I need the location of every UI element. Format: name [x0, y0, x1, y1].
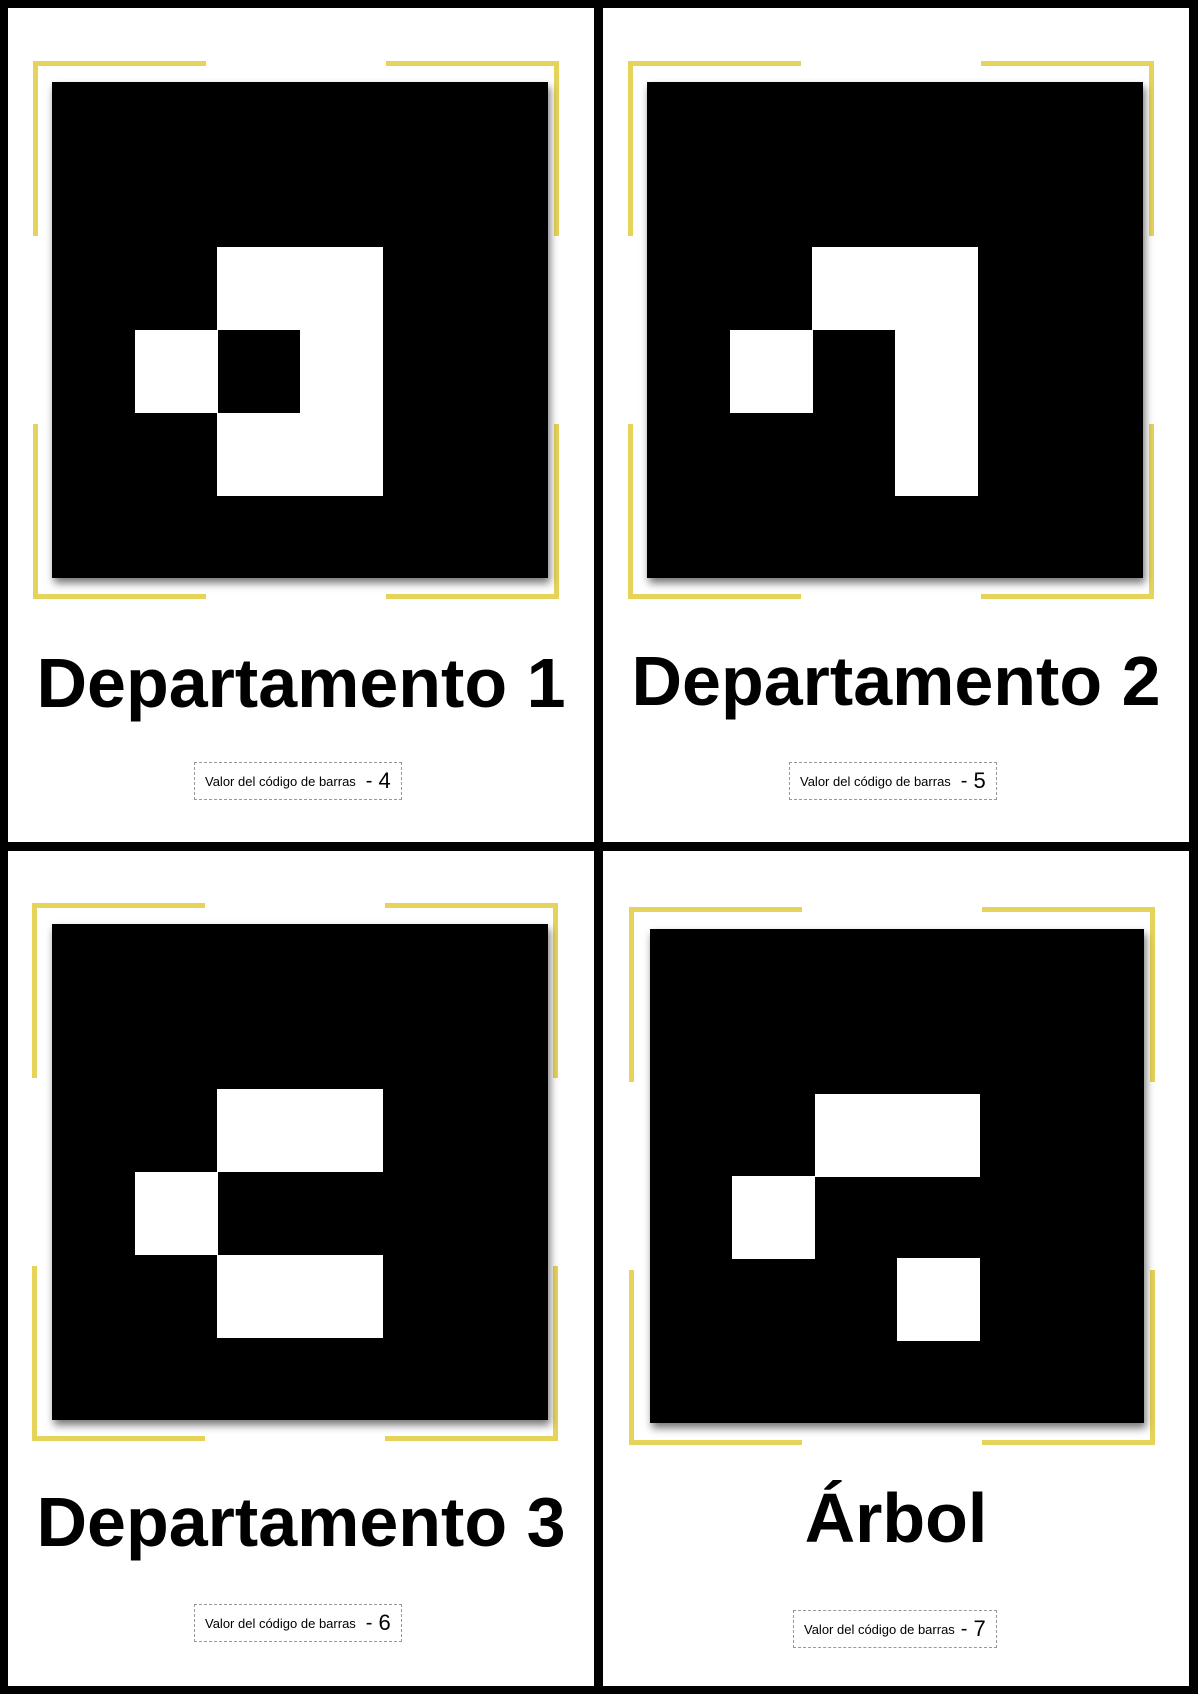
marker-cell [814, 1093, 898, 1177]
marker-cell [732, 1176, 816, 1259]
barcode-label: Valor del código de barras [804, 1621, 955, 1637]
fiducial-marker [647, 82, 1143, 578]
marker-cell [217, 247, 301, 331]
barcode-value-box: Valor del código de barras - 5 [789, 762, 997, 800]
fiducial-marker [650, 929, 1144, 1423]
marker-card-1: Departamento 1 Valor del código de barra… [8, 8, 594, 842]
marker-cell [300, 1254, 383, 1338]
marker-cell [134, 330, 218, 413]
marker-card-2: Departamento 2 Valor del código de barra… [603, 8, 1189, 842]
barcode-dash: - [960, 1617, 968, 1640]
card-title: Departamento 1 [36, 644, 566, 722]
card-title: Departamento 2 [631, 642, 1161, 720]
fiducial-marker [52, 924, 548, 1420]
barcode-value: 4 [378, 768, 391, 793]
barcode-label: Valor del código de barras [205, 1615, 356, 1631]
barcode-label: Valor del código de barras [800, 773, 951, 789]
marker-cell [217, 1254, 301, 1338]
marker-cell [729, 330, 813, 413]
marker-cell [217, 1089, 301, 1173]
fiducial-marker [52, 82, 548, 578]
barcode-dash: - [365, 769, 373, 792]
barcode-value: 5 [973, 768, 986, 793]
marker-cell [300, 330, 383, 413]
barcode-dash: - [960, 769, 968, 792]
marker-cell [217, 412, 301, 496]
marker-sheet: Departamento 1 Valor del código de barra… [0, 0, 1198, 1694]
barcode-value: 7 [973, 1616, 986, 1641]
marker-cell [300, 1089, 383, 1173]
marker-cell [895, 412, 978, 496]
barcode-label: Valor del código de barras [205, 773, 356, 789]
marker-card-4: Árbol Valor del código de barras - 7 [603, 851, 1189, 1686]
marker-cell [812, 247, 896, 331]
marker-cell [897, 1258, 980, 1342]
marker-cell [897, 1093, 980, 1177]
barcode-dash: - [365, 1611, 373, 1634]
marker-cell [300, 412, 383, 496]
marker-cell [895, 247, 978, 331]
marker-cell [895, 330, 978, 413]
barcode-value-box: Valor del código de barras - 4 [194, 762, 402, 800]
barcode-value: 6 [378, 1610, 391, 1635]
marker-card-3: Departamento 3 Valor del código de barra… [8, 851, 594, 1686]
barcode-value-box: Valor del código de barras - 6 [194, 1604, 402, 1642]
barcode-value-box: Valor del código de barras - 7 [793, 1610, 997, 1648]
card-title: Árbol [804, 1479, 988, 1557]
card-title: Departamento 3 [36, 1483, 566, 1561]
marker-cell [134, 1172, 218, 1255]
marker-cell [300, 247, 383, 331]
